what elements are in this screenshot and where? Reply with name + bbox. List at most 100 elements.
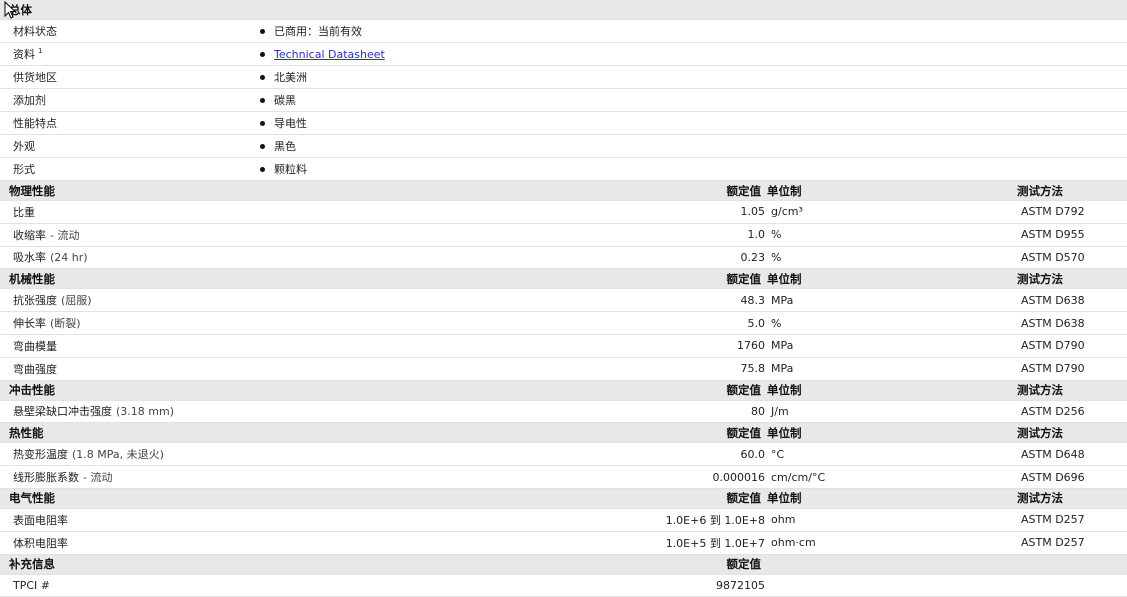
property-condition: (24 hr) (50, 251, 88, 265)
section-title: 补充信息 (9, 557, 55, 572)
property-name: 比重 (13, 205, 35, 219)
section-title: 物理性能 (9, 183, 55, 198)
property-value: 1.0 (747, 228, 766, 242)
bullet-icon (260, 143, 265, 149)
property-unit: % (771, 228, 782, 242)
property-label: 体积电阻率 (0, 535, 553, 551)
property-value: 75.8 (740, 362, 766, 376)
info-value-text: 碳黑 (274, 94, 296, 107)
test-method: ASTM D792 (1021, 205, 1085, 219)
property-name: 体积电阻率 (13, 536, 68, 550)
property-unit: MPa (771, 339, 794, 353)
property-condition: (3.18 mm) (116, 405, 175, 419)
info-label: 形式 (0, 161, 260, 177)
column-header-value: 额定值 (726, 491, 762, 506)
property-row: 比重 1.05 g/cm³ ASTM D792 (0, 201, 1127, 224)
test-method: ASTM D257 (1021, 536, 1085, 550)
column-header-value: 额定值 (726, 383, 762, 398)
info-label: 资料 1 (0, 46, 260, 62)
section-title: 电气性能 (9, 491, 55, 506)
property-row: TPCI # 9872105 (0, 575, 1127, 597)
bullet-icon (260, 51, 265, 57)
info-value-text: 导电性 (274, 117, 307, 130)
property-row: 伸长率 (断裂) 5.0% ASTM D638 (0, 312, 1127, 335)
property-name: 抗张强度 (13, 294, 57, 308)
info-value: 已商用：当前有效 (260, 23, 362, 39)
section-header-general: 总体 (0, 0, 1127, 20)
bullet-icon (260, 74, 265, 80)
property-unit: % (771, 250, 782, 264)
property-label: 悬壁梁缺口冲击强度 (3.18 mm) (0, 403, 553, 419)
column-header-unit: 单位制 (767, 271, 802, 286)
property-unit: ohm·cm (771, 536, 816, 550)
column-header-method: 测试方法 (1017, 271, 1063, 286)
info-label-text: 形式 (13, 163, 35, 176)
property-row: 弯曲强度 75.8 MPa ASTM D790 (0, 358, 1127, 381)
test-method: ASTM D648 (1021, 447, 1085, 461)
property-value: 48.3 (740, 293, 766, 307)
property-row: 体积电阻率 1.0E+5 到 1.0E+7 ohm·cm ASTM D257 (0, 532, 1127, 555)
general-info-list: 材料状态 已商用：当前有效资料 1 Technical Datasheet 供货地区 北美… (0, 20, 1127, 181)
property-condition: - 流动 (83, 471, 113, 485)
property-label: 收缩率 - 流动 (0, 227, 553, 243)
column-header-method: 测试方法 (1017, 491, 1063, 506)
section-header: 冲击性能 额定值 单位制 测试方法 (0, 380, 1127, 401)
info-value: 碳黑 (260, 92, 296, 108)
test-method: ASTM D790 (1021, 339, 1085, 353)
property-unit: J/m (771, 404, 789, 418)
column-header-value: 额定值 (726, 271, 762, 286)
info-value: 北美洲 (260, 69, 307, 85)
property-value: 60.0 (740, 447, 766, 461)
info-label-text: 性能特点 (13, 117, 57, 130)
property-name: 悬壁梁缺口冲击强度 (13, 405, 112, 419)
property-value: 9872105 (716, 578, 765, 592)
property-value: 5.0 (747, 316, 766, 330)
test-method: ASTM D638 (1021, 316, 1085, 330)
property-label: TPCI # (0, 579, 553, 592)
property-value: 1.05 (740, 205, 766, 219)
bullet-icon (260, 28, 265, 34)
property-row: 弯曲模量 1760 MPa ASTM D790 (0, 335, 1127, 358)
property-condition: - 流动 (50, 228, 80, 242)
info-label: 材料状态 (0, 23, 260, 39)
info-value-text: 北美洲 (274, 71, 307, 84)
info-label: 添加剂 (0, 92, 260, 108)
technical-datasheet-link[interactable]: Technical Datasheet (274, 48, 385, 61)
property-label: 表面电阻率 (0, 512, 553, 528)
property-value: 80 (751, 404, 765, 418)
section-title: 机械性能 (9, 271, 55, 286)
property-unit: MPa (771, 293, 794, 307)
info-value: 导电性 (260, 115, 307, 131)
property-label: 比重 (0, 204, 553, 220)
section-header: 电气性能 额定值 单位制 测试方法 (0, 488, 1127, 509)
property-name: 收缩率 (13, 228, 46, 242)
property-row: 抗张强度 (屈服) 48.3 MPa ASTM D638 (0, 289, 1127, 313)
property-row: 收缩率 - 流动 1.0% ASTM D955 (0, 224, 1127, 247)
property-unit: MPa (771, 362, 794, 376)
property-unit: cm/cm/°C (771, 470, 826, 484)
property-label: 弯曲强度 (0, 361, 553, 377)
property-condition: (1.8 MPa, 未退火) (72, 448, 164, 462)
info-label: 供货地区 (0, 69, 260, 85)
property-unit: g/cm³ (771, 205, 803, 219)
property-unit: °C (771, 447, 785, 461)
bullet-icon (260, 120, 265, 126)
section-header: 物理性能 额定值 单位制 测试方法 (0, 181, 1127, 201)
property-unit: ohm (771, 513, 796, 527)
section-title: 冲击性能 (9, 383, 55, 398)
property-value: 1.0E+6 到 1.0E+8 (665, 513, 765, 527)
column-header-unit: 单位制 (767, 383, 802, 398)
section-header: 热性能 额定值 单位制 测试方法 (0, 423, 1127, 444)
column-header-method: 测试方法 (1017, 183, 1063, 198)
info-value-text: 已商用：当前有效 (274, 25, 362, 38)
property-condition: (断裂) (50, 317, 81, 331)
property-unit: % (771, 316, 782, 330)
test-method: ASTM D570 (1021, 250, 1085, 264)
test-method: ASTM D790 (1021, 362, 1085, 376)
info-value: 黑色 (260, 138, 296, 154)
property-row: 线形膨胀系数 - 流动 0.000016 cm/cm/°C ASTM D696 (0, 466, 1127, 489)
property-sections: 物理性能 额定值 单位制 测试方法 比重 1.05 g/cm³ ASTM D792 收缩率 - 流… (0, 181, 1127, 597)
property-label: 吸水率 (24 hr) (0, 249, 553, 265)
property-name: TPCI # (13, 578, 50, 592)
info-label-text: 材料状态 (13, 25, 57, 38)
